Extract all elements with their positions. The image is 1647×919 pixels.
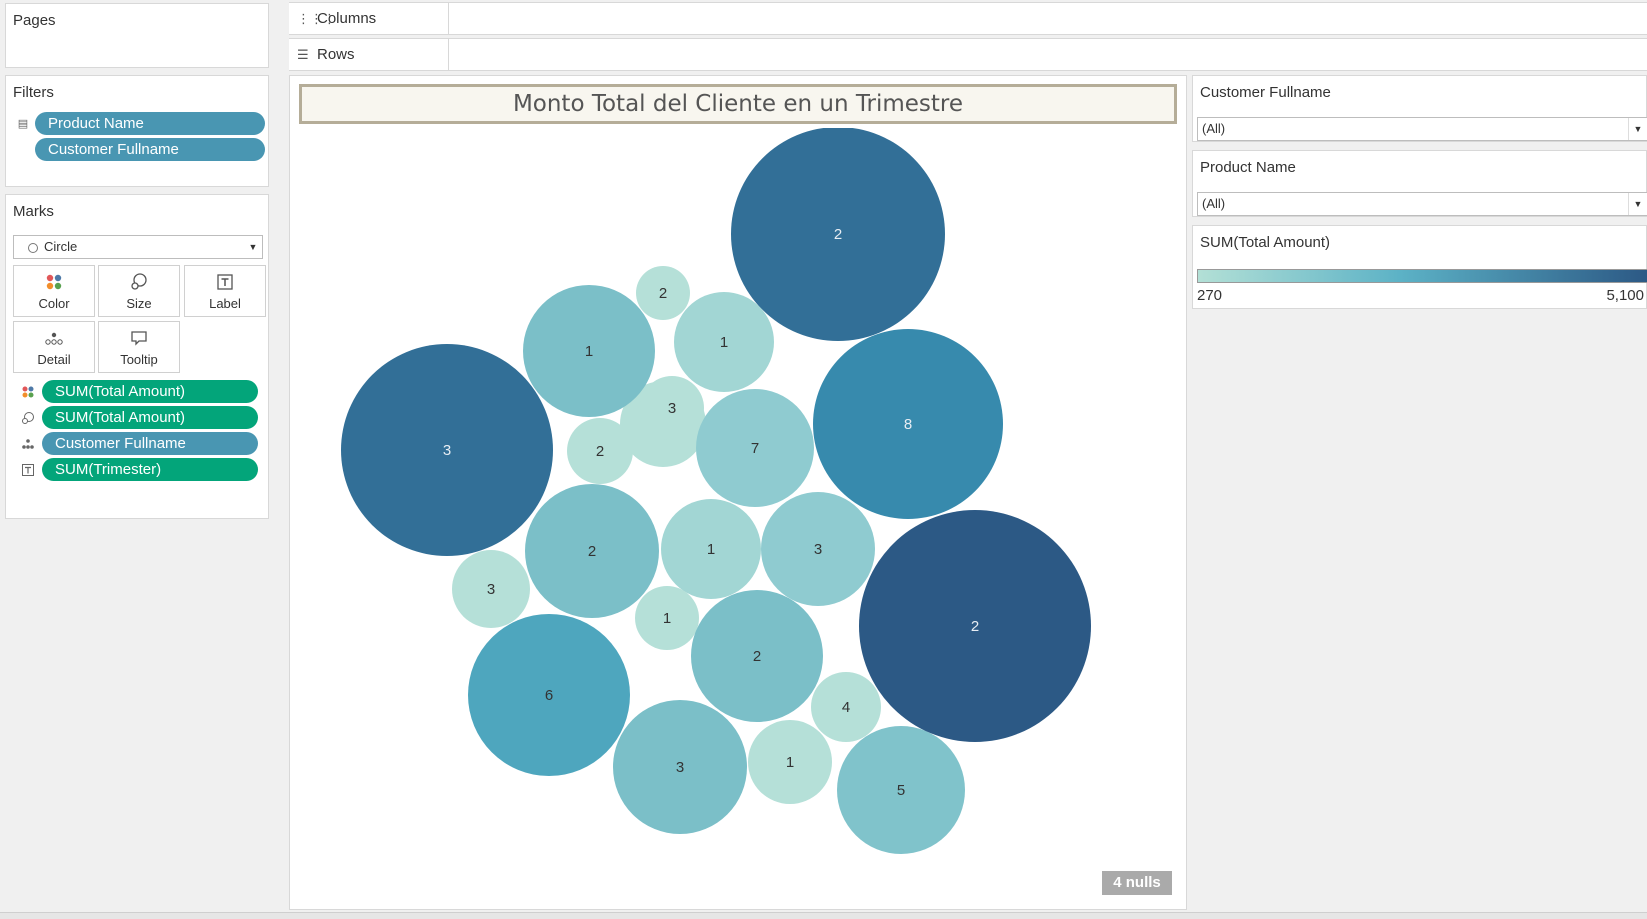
bubble-label: 5: [897, 782, 905, 799]
marks-card: Marks Circle ▼ Color Size Label Detail T…: [5, 194, 269, 519]
chevron-down-icon: ▼: [1628, 193, 1647, 215]
bubble-label: 2: [588, 543, 596, 560]
color-legend-max: 5,100: [1606, 287, 1644, 304]
nulls-badge[interactable]: 4 nulls: [1102, 871, 1172, 895]
marks-pill-label[interactable]: SUM(Trimester): [42, 458, 258, 481]
label-button[interactable]: Label: [184, 265, 266, 317]
filter-pill-customer-fullname[interactable]: Customer Fullname: [35, 138, 265, 161]
filters-title: Filters: [13, 84, 54, 101]
marks-pill-color[interactable]: SUM(Total Amount): [42, 380, 258, 403]
marks-title: Marks: [13, 203, 54, 220]
customer-filter-card: Customer Fullname (All) ▼: [1192, 75, 1647, 142]
customer-filter-value: (All): [1202, 121, 1226, 136]
label-icon: [185, 273, 265, 295]
bubble-label: 2: [971, 618, 979, 635]
filter-pill-product-name[interactable]: Product Name: [35, 112, 265, 135]
label-field-icon: [21, 463, 35, 477]
product-filter-dropdown[interactable]: (All) ▼: [1197, 192, 1647, 216]
bubble-label: 1: [663, 610, 671, 627]
filters-card: Filters ▤ Product Name Customer Fullname: [5, 75, 269, 187]
detail-button[interactable]: Detail: [13, 321, 95, 373]
bubble-label: 1: [720, 334, 728, 351]
rows-shelf[interactable]: ☰ Rows: [289, 38, 1647, 71]
color-icon: [14, 273, 94, 295]
bubble-label: 8: [904, 416, 912, 433]
bubble-label: 2: [659, 285, 667, 302]
size-field-icon: [21, 411, 35, 425]
mark-type-value: Circle: [44, 239, 78, 254]
columns-icon: ⋮⋮⋮: [297, 11, 336, 26]
bubble-label: 1: [786, 754, 794, 771]
chevron-down-icon: ▼: [1628, 118, 1647, 140]
tooltip-button-label: Tooltip: [120, 352, 158, 367]
bubble-label: 2: [596, 443, 604, 460]
columns-shelf-label: ⋮⋮⋮ Columns: [289, 3, 449, 34]
marks-pill-detail[interactable]: Customer Fullname: [42, 432, 258, 455]
size-button-label: Size: [126, 296, 152, 311]
size-icon: [99, 273, 179, 295]
bubble-label: 3: [676, 759, 684, 776]
bubble-label: 4: [842, 699, 850, 716]
rows-icon: ☰: [297, 47, 309, 62]
filter-indicator-icon: ▤: [17, 118, 29, 130]
bubble-label: 1: [707, 541, 715, 558]
label-button-label: Label: [209, 296, 241, 311]
view-title: Monto Total del Cliente en un Trimestre: [512, 91, 964, 117]
product-filter-card: Product Name (All) ▼: [1192, 150, 1647, 217]
bubble-label: 3: [487, 581, 495, 598]
color-button[interactable]: Color: [13, 265, 95, 317]
detail-button-label: Detail: [37, 352, 71, 367]
bubble-label: 3: [814, 541, 822, 558]
color-legend-title: SUM(Total Amount): [1200, 234, 1331, 251]
color-field-icon: [21, 385, 35, 399]
chevron-down-icon: ▼: [248, 242, 258, 252]
customer-filter-title: Customer Fullname: [1200, 84, 1331, 101]
detail-icon: [14, 329, 94, 351]
marks-pill-size[interactable]: SUM(Total Amount): [42, 406, 258, 429]
customer-filter-dropdown[interactable]: (All) ▼: [1197, 117, 1647, 141]
color-legend-min: 270: [1197, 287, 1223, 304]
view-canvas[interactable]: Monto Total del Cliente en un Trimestre …: [289, 75, 1187, 910]
bubble-label: 3: [668, 400, 676, 417]
detail-field-icon: [21, 437, 35, 451]
view-title-box: Monto Total del Cliente en un Trimestre: [299, 84, 1177, 124]
bubble-label: 2: [834, 226, 842, 243]
circle-icon: [28, 242, 38, 253]
mark-type-dropdown[interactable]: Circle ▼: [13, 235, 263, 259]
size-button[interactable]: Size: [98, 265, 180, 317]
product-filter-value: (All): [1202, 196, 1226, 211]
bubble-label: 2: [753, 648, 761, 665]
tooltip-icon: [99, 329, 179, 351]
color-legend-card: SUM(Total Amount) 270 5,100: [1192, 225, 1647, 309]
rows-label: Rows: [317, 46, 355, 63]
color-button-label: Color: [38, 296, 70, 311]
bubble-label: 1: [585, 343, 593, 360]
product-filter-title: Product Name: [1200, 159, 1296, 176]
pages-card: Pages: [5, 3, 269, 68]
pages-title: Pages: [13, 12, 56, 29]
color-legend-ramp[interactable]: [1197, 269, 1647, 283]
columns-shelf[interactable]: ⋮⋮⋮ Columns: [289, 2, 1647, 35]
tooltip-button[interactable]: Tooltip: [98, 321, 180, 373]
bubble-chart: 2328617213523131322142: [341, 128, 1091, 854]
bubble-label: 3: [443, 442, 451, 459]
rows-shelf-label: ☰ Rows: [289, 39, 449, 70]
bubble-label: 6: [545, 687, 553, 704]
bubble-label: 7: [751, 440, 759, 457]
